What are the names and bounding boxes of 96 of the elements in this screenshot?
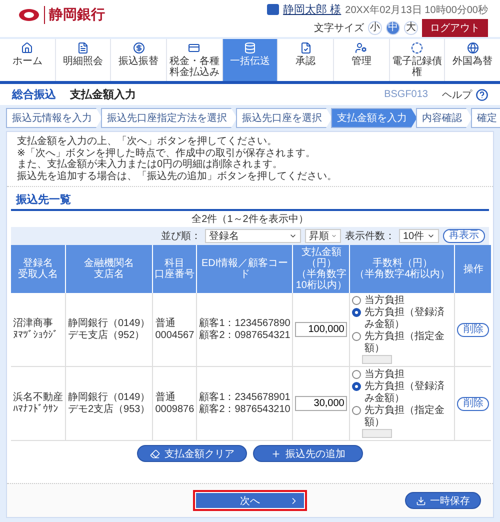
instruction-text: 振込先を追加する場合は、「振込先の追加」ボタンを押してください。: [17, 170, 338, 182]
user-badge-icon: [267, 4, 280, 15]
progress-step: 支払金額を入力: [331, 108, 417, 128]
result-count: 全2件（1～2件を表示中）: [190, 212, 310, 227]
document-icon: [77, 42, 89, 54]
caret-icon: [289, 232, 297, 240]
fee-input-field[interactable]: [362, 429, 392, 438]
progress-step: 内容確認: [416, 108, 472, 128]
branch-cell: デモ2支店（953）: [68, 404, 150, 416]
account-type: 普通: [155, 318, 176, 330]
bank-name: 静岡銀行: [44, 6, 105, 24]
radio-button[interactable]: [352, 332, 362, 341]
delete-button[interactable]: 削除: [457, 322, 490, 336]
fee-input-field[interactable]: [362, 355, 392, 364]
sort-label: 並び順：: [161, 230, 201, 243]
customer-code: 顧客1：1234567890: [199, 318, 290, 330]
globe-icon: [466, 42, 479, 54]
help-icon[interactable]: [476, 88, 488, 100]
download-icon: [416, 496, 426, 506]
fee-option-label: 当方負担: [364, 295, 404, 306]
account-number: 0004567: [155, 330, 194, 342]
help-link[interactable]: ヘルプ: [442, 88, 472, 102]
instruction-text: 支払金額を入力の上、「次へ」ボタンを押してください。: [17, 136, 278, 148]
fee-option-label: 先方負担（登録済み金額）: [364, 381, 446, 404]
order-select[interactable]: 昇順: [305, 229, 341, 243]
column-header: EDI情報／顧客コード: [196, 245, 293, 293]
radio-button[interactable]: [352, 382, 362, 391]
fee-option-label: 先方負担（指定金額）: [364, 405, 446, 429]
fee-option-label: 先方負担（指定金額）: [364, 331, 446, 355]
sort-select[interactable]: 登録名: [205, 229, 301, 243]
account-type: 普通: [155, 392, 176, 404]
radio-button[interactable]: [352, 370, 362, 379]
login-datetime: 20XX年02月13日 10時00分00秒: [345, 4, 488, 16]
bank-cell: 静岡銀行（0149）: [68, 392, 150, 404]
amount-field[interactable]: 30,000: [295, 396, 348, 411]
coin-icon: [132, 42, 145, 54]
payee-name: 沼津商事: [13, 318, 54, 330]
fee-option-label: 当方負担: [364, 369, 404, 380]
ring-icon: [411, 42, 424, 54]
fee-option-label: 先方負担（登録済み金額）: [364, 307, 446, 330]
customer-code: 顧客2：9876543210: [199, 404, 290, 416]
plus-icon: [270, 448, 280, 458]
radio-button[interactable]: [352, 406, 362, 415]
column-header: 科目 口座番号: [152, 245, 197, 293]
column-header: 操作: [454, 245, 492, 293]
radio-button[interactable]: [352, 296, 362, 305]
font-size-button[interactable]: 大: [404, 21, 418, 35]
user-gear-icon: [355, 42, 368, 54]
font-size-label: 文字サイズ: [314, 22, 364, 35]
nav-tab[interactable]: 税金・各種料金払込み: [166, 39, 222, 81]
branch-cell-text: デモ支店（952）: [68, 330, 146, 342]
user-name: 静岡太郎 様: [283, 2, 342, 17]
eraser-icon: [150, 448, 160, 458]
home-icon: [21, 42, 34, 54]
instruction-text: また、支払金額が未入力または0円の明細は削除されます。: [17, 159, 284, 170]
bank-logo-icon: [18, 8, 40, 22]
per-page-label: 表示件数：: [345, 230, 395, 243]
refresh-button[interactable]: 再表示: [443, 229, 485, 243]
nav-tab[interactable]: 一括伝送: [222, 39, 278, 81]
add-payee-button[interactable]: 振込先の追加: [253, 445, 363, 462]
logout-button[interactable]: ログアウト: [422, 19, 488, 37]
radio-button[interactable]: [352, 308, 362, 317]
customer-code: 顧客2：0987654321: [199, 330, 290, 342]
delete-button[interactable]: 削除: [457, 396, 490, 410]
progress-step: 確定: [471, 108, 500, 128]
document-check-icon: [300, 42, 312, 54]
save-draft-button[interactable]: 一時保存: [405, 492, 481, 509]
payee-kana: ﾇﾏﾂﾞｼｮｳｼﾞ: [13, 330, 59, 342]
payee-kana: ﾊﾏﾅﾌﾄﾞｳｻﾝ: [13, 404, 59, 416]
column-header: 金融機関名 支店名: [66, 245, 153, 293]
account-number: 0009876: [155, 404, 194, 416]
progress-step: 振込先口座指定方法を選択: [101, 108, 237, 128]
font-size-button[interactable]: 中: [386, 21, 400, 35]
instruction-text: ※「次へ」ボタンを押した時点で、作成中の取引が保存されます。: [17, 148, 316, 158]
clear-amount-button[interactable]: 支払金額クリア: [137, 445, 247, 462]
column-header: 登録名 受取人名: [11, 245, 66, 293]
section-title: 振込先一覧: [11, 191, 489, 211]
column-header: 手数料（円） （半角数字4桁以内）: [350, 245, 455, 293]
payee-name: 浜名不動産: [13, 392, 63, 404]
nav-tab[interactable]: 電子記録債権: [388, 39, 444, 81]
amount-field[interactable]: 100,000: [295, 322, 348, 337]
column-header: 支払金額（円） （半角数字10桁以内）: [292, 245, 350, 293]
customer-code: 顧客1：2345678901: [199, 392, 290, 404]
bank-cell: 静岡銀行（0149）: [68, 318, 150, 330]
font-size-button[interactable]: 小: [368, 21, 382, 35]
progress-step: 振込元情報を入力: [6, 108, 102, 128]
caret-icon: [427, 232, 435, 240]
next-button[interactable]: 次へ: [193, 490, 307, 511]
database-icon: [244, 42, 256, 54]
card-icon: [188, 42, 200, 54]
caret-icon: [331, 232, 337, 240]
per-page-select[interactable]: 10件: [399, 229, 439, 243]
category-title: 総合振込: [12, 88, 56, 102]
page-title: 支払金額入力: [70, 88, 136, 102]
progress-step: 振込先口座を選択: [236, 108, 332, 128]
screen-id: BSGF013: [384, 89, 428, 100]
